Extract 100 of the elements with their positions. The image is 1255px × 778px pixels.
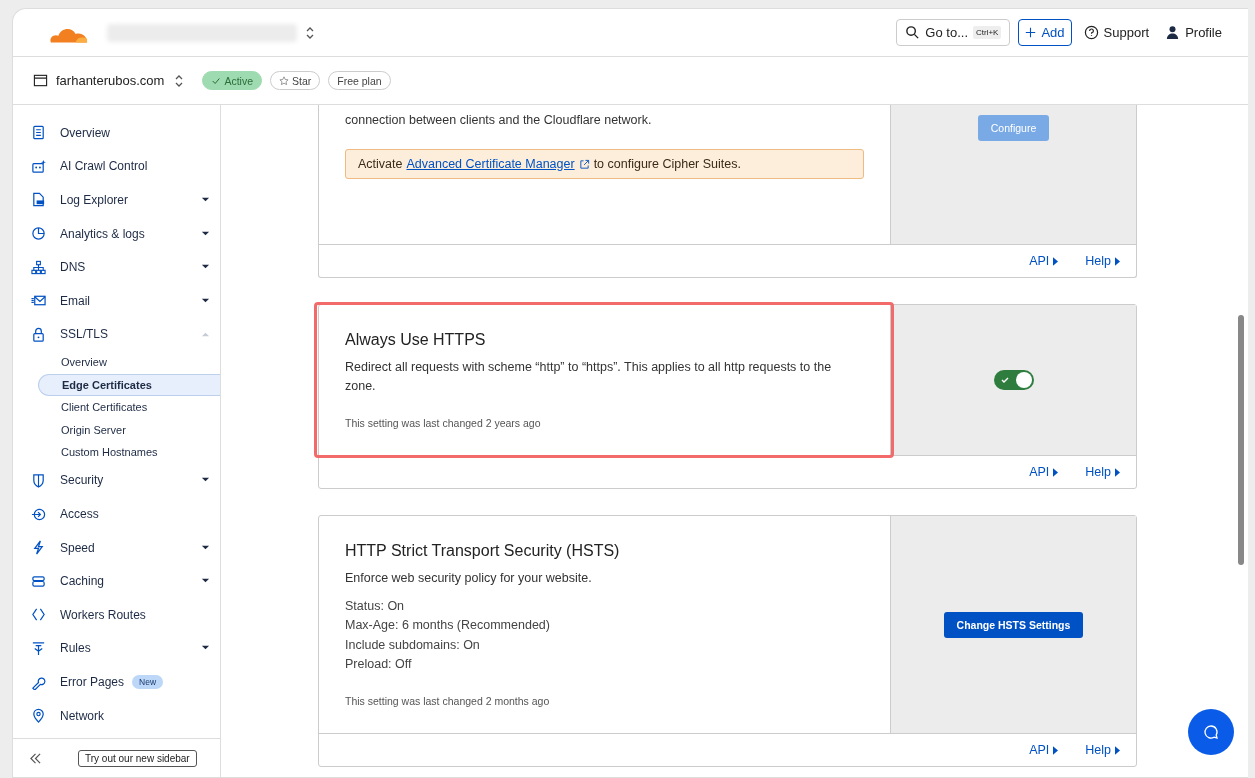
keyboard-shortcut: Ctrl+K	[973, 26, 1002, 39]
sidebar-subitem[interactable]: Origin Server	[38, 418, 220, 442]
scrollbar-thumb[interactable]	[1238, 315, 1244, 565]
wrench-icon	[31, 674, 46, 690]
database-icon	[31, 573, 46, 589]
caret-down-icon[interactable]	[201, 578, 210, 585]
sidebar-subitem[interactable]: Custom Hostnames	[38, 441, 220, 464]
sidebar-item[interactable]: Overview	[13, 116, 220, 150]
last-changed-note: This setting was last changed 2 months ago	[345, 695, 551, 708]
sidebar-label: Overview	[60, 125, 110, 140]
sidebar-item[interactable]: SSL/TLS	[13, 317, 220, 352]
setting-detail: Max-Age: 6 months (Recommended)	[345, 617, 551, 635]
caret-right-icon	[1053, 745, 1059, 755]
sidebar-label: Error Pages	[60, 675, 125, 689]
sidebar-item[interactable]: Rules	[13, 631, 220, 666]
sidebar-item[interactable]: AI Crawl Control	[13, 149, 220, 184]
sidebar-label: Rules	[60, 641, 91, 656]
lightning-icon	[31, 540, 46, 556]
sidebar-item[interactable]: Speed	[13, 530, 220, 565]
caret-down-icon[interactable]	[201, 477, 210, 484]
setting-title: HTTP Strict Transport Security (HSTS)	[345, 542, 621, 560]
sidebar-item[interactable]: Caching	[13, 564, 220, 599]
footer-link[interactable]: API	[1029, 465, 1059, 479]
collapse-sidebar-icon[interactable]	[29, 752, 42, 764]
caret-down-icon[interactable]	[201, 297, 210, 304]
setting-detail: Include subdomains: On	[345, 636, 481, 654]
sign-in-icon	[31, 506, 46, 522]
sidebar-item[interactable]: DNS	[13, 250, 220, 284]
sidebar-item[interactable]: Workers Routes	[13, 598, 220, 632]
setting-detail: Preload: Off	[345, 655, 413, 673]
lock-icon	[31, 326, 46, 342]
shield-icon	[31, 472, 46, 488]
pie-chart-icon	[31, 226, 46, 242]
caret-down-icon[interactable]	[201, 230, 210, 237]
notice-text: to configure Cipher Suites.	[593, 157, 741, 171]
go-to-label: Go to...	[925, 25, 968, 40]
change-hsts-settings-button[interactable]: Change HSTS Settings	[943, 611, 1084, 638]
sidebar-item[interactable]: Security	[13, 463, 220, 498]
sidebar-label: DNS	[60, 260, 86, 275]
chevrons-icon	[31, 607, 46, 623]
sidebar-item[interactable]: Log Explorer	[13, 183, 220, 217]
zone-domain[interactable]: farhanterubos.com	[56, 73, 165, 88]
caret-right-icon	[1053, 256, 1059, 266]
notice-text: Activate	[358, 157, 403, 171]
sidebar-item[interactable]: Error Pages New	[13, 665, 220, 699]
footer-link[interactable]: Help	[1085, 743, 1120, 758]
sidebar-item[interactable]: Analytics & logs	[13, 216, 220, 251]
funnel-icon	[31, 640, 46, 656]
footer-link[interactable]: API	[1029, 743, 1059, 758]
caret-down-icon[interactable]	[201, 264, 210, 271]
checkmark-icon	[999, 375, 1010, 385]
caret-down-icon[interactable]	[201, 544, 210, 551]
sidebar-subitem[interactable]: Overview	[38, 351, 220, 374]
add-button[interactable]: Add	[1018, 19, 1072, 46]
sidebar-item[interactable]: Network	[13, 698, 220, 733]
sidebar-subitem[interactable]: Edge Certificates	[38, 373, 220, 397]
advanced-certificate-manager-link[interactable]: Advanced Certificate Manager	[406, 157, 575, 171]
help-icon	[1083, 25, 1099, 40]
footer-link[interactable]: Help	[1085, 254, 1120, 268]
caret-right-icon	[1053, 467, 1059, 477]
setting-description: Enforce web security policy for your website.	[345, 570, 593, 587]
sidebar-label: AI Crawl Control	[60, 159, 148, 174]
active-status-badge: Active	[202, 71, 262, 90]
robot-icon	[31, 158, 46, 174]
sidebar-label: Analytics & logs	[60, 226, 145, 241]
document-icon	[31, 125, 46, 141]
setting-title: Always Use HTTPS	[345, 331, 487, 349]
sidebar-item[interactable]: Email	[13, 283, 220, 318]
sidebar-label: Security	[60, 473, 104, 488]
sidebar-label: Email	[60, 293, 90, 308]
user-icon	[1165, 25, 1181, 40]
sidebar-label: Caching	[60, 574, 105, 589]
star-button[interactable]: Star	[270, 71, 321, 90]
go-to-search-button[interactable]: Go to... Ctrl+K	[896, 19, 1011, 46]
plan-badge: Free plan	[328, 71, 391, 90]
checkmark-icon	[211, 75, 222, 86]
caret-right-icon	[1115, 467, 1120, 477]
sidebar-label: Network	[60, 708, 104, 723]
sidebar-label: Workers Routes	[60, 607, 146, 622]
chevron-updown-icon[interactable]	[174, 73, 185, 88]
sidebar-item[interactable]: Access	[13, 497, 220, 531]
plus-icon	[1025, 25, 1037, 40]
caret-right-icon	[1115, 256, 1120, 266]
footer-link[interactable]: API	[1029, 254, 1059, 268]
last-changed-note: This setting was last changed 2 years ago	[345, 417, 542, 429]
toggle-switch[interactable]	[993, 370, 1034, 390]
chat-bubble-icon	[1203, 724, 1219, 740]
profile-button[interactable]: Profile	[1161, 25, 1226, 40]
support-button[interactable]: Support	[1079, 25, 1154, 40]
caret-down-icon[interactable]	[201, 645, 210, 652]
file-icon	[31, 192, 46, 208]
chevron-updown-icon[interactable]	[305, 25, 315, 40]
external-link-icon	[578, 158, 590, 170]
sitemap-icon	[31, 259, 46, 275]
footer-link[interactable]: Help	[1085, 465, 1120, 479]
sidebar-subitem[interactable]: Client Certificates	[38, 396, 220, 419]
new-sidebar-button[interactable]: Try out our new sidebar	[78, 749, 197, 767]
caret-down-icon[interactable]	[201, 197, 210, 203]
browser-window-icon	[33, 73, 48, 88]
sidebar-label: Access	[60, 507, 99, 522]
